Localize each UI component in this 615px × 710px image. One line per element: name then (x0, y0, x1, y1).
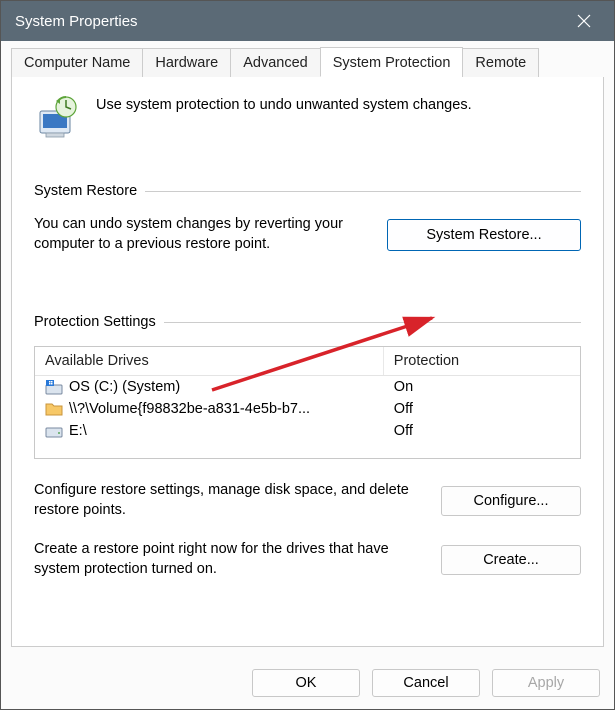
tab-hardware[interactable]: Hardware (142, 48, 231, 78)
folder-icon (45, 401, 63, 417)
group-title-restore: System Restore (34, 183, 137, 199)
create-row: Create a restore point right now for the… (34, 540, 581, 579)
drive-protection: Off (384, 420, 580, 442)
drive-protection: On (384, 376, 580, 398)
create-desc: Create a restore point right now for the… (34, 540, 425, 579)
window-title: System Properties (15, 13, 564, 30)
configure-row: Configure restore settings, manage disk … (34, 481, 581, 520)
drive-row[interactable]: E:\ Off (35, 420, 580, 442)
create-button[interactable]: Create... (441, 545, 581, 575)
divider (145, 191, 581, 192)
restore-desc: You can undo system changes by reverting… (34, 215, 371, 254)
ok-button[interactable]: OK (252, 669, 360, 697)
intro-text: Use system protection to undo unwanted s… (96, 95, 472, 113)
drives-table: Available Drives Protection OS (C:) (Sys… (34, 346, 581, 459)
tab-remote[interactable]: Remote (462, 48, 539, 78)
system-protection-icon (34, 95, 80, 145)
drive-name: \\?\Volume{f98832be-a831-4e5b-b7... (69, 401, 310, 417)
titlebar: System Properties (1, 1, 614, 41)
intro-row: Use system protection to undo unwanted s… (34, 95, 581, 145)
system-properties-window: System Properties Computer Name Hardware… (0, 0, 615, 710)
drive-row[interactable]: \\?\Volume{f98832be-a831-4e5b-b7... Off (35, 398, 580, 420)
apply-button[interactable]: Apply (492, 669, 600, 697)
col-header-drives[interactable]: Available Drives (35, 347, 384, 375)
group-header-restore: System Restore (34, 183, 581, 199)
system-restore-button[interactable]: System Restore... (387, 219, 581, 251)
tab-panel: Use system protection to undo unwanted s… (11, 77, 604, 647)
dialog-buttons: OK Cancel Apply (1, 657, 614, 709)
restore-row: You can undo system changes by reverting… (34, 215, 581, 254)
close-icon (577, 14, 591, 28)
configure-desc: Configure restore settings, manage disk … (34, 481, 425, 520)
protection-settings-group: Protection Settings Available Drives Pro… (34, 314, 581, 579)
drive-protection: Off (384, 398, 580, 420)
drive-row[interactable]: OS (C:) (System) On (35, 376, 580, 398)
content-area: Computer Name Hardware Advanced System P… (1, 41, 614, 657)
drive-name: OS (C:) (System) (69, 379, 180, 395)
tab-advanced[interactable]: Advanced (230, 48, 321, 78)
group-title-protection: Protection Settings (34, 314, 156, 330)
tab-strip: Computer Name Hardware Advanced System P… (11, 47, 604, 78)
divider (164, 322, 581, 323)
tab-system-protection[interactable]: System Protection (320, 47, 464, 77)
close-button[interactable] (564, 1, 604, 41)
tab-computer-name[interactable]: Computer Name (11, 48, 143, 78)
system-restore-group: System Restore You can undo system chang… (34, 183, 581, 254)
drives-header-row: Available Drives Protection (35, 347, 580, 376)
group-header-protection: Protection Settings (34, 314, 581, 330)
col-header-protection[interactable]: Protection (384, 347, 580, 375)
cancel-button[interactable]: Cancel (372, 669, 480, 697)
windows-drive-icon (45, 379, 63, 395)
configure-button[interactable]: Configure... (441, 486, 581, 516)
drive-name: E:\ (69, 423, 87, 439)
drive-icon (45, 423, 63, 439)
